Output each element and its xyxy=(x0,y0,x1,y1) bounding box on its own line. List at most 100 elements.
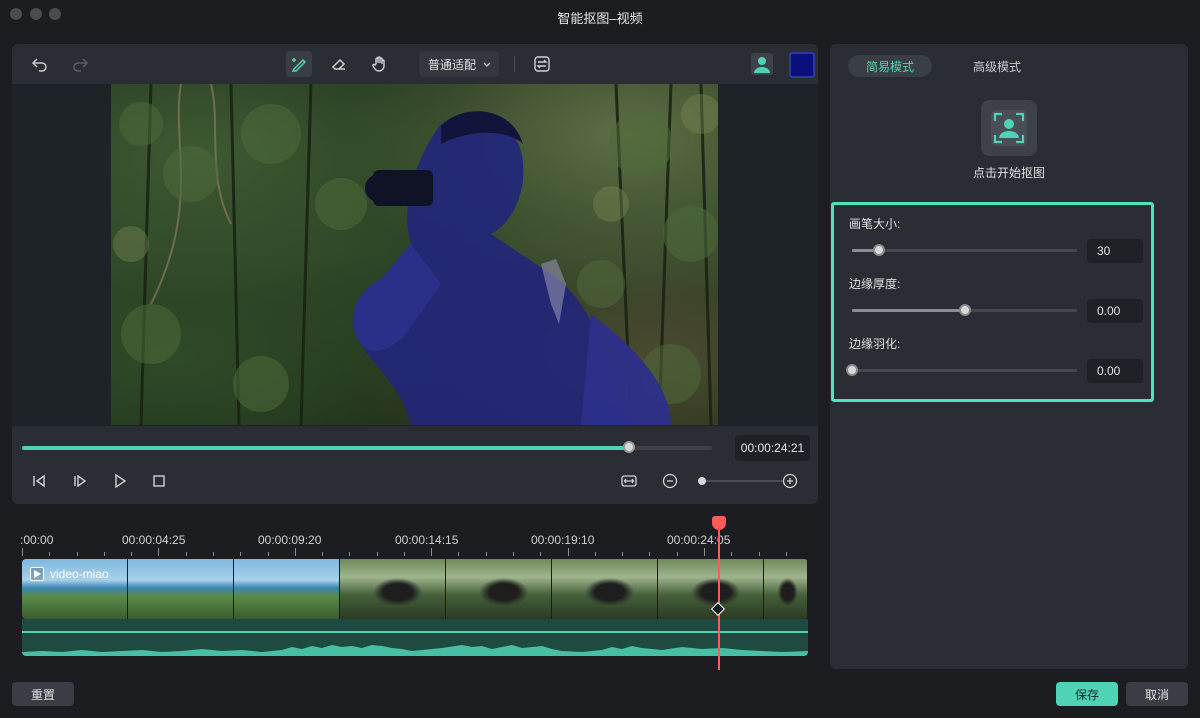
ruler-tick xyxy=(22,548,23,556)
zoom-out-icon[interactable] xyxy=(660,471,680,491)
swap-icon[interactable] xyxy=(529,51,555,77)
playback-progress-fill xyxy=(22,446,630,450)
fit-timeline-icon[interactable] xyxy=(619,471,639,491)
ruler-label: 00:00:04:25 xyxy=(122,533,186,547)
ruler-tick xyxy=(731,552,733,556)
clip-thumbnail xyxy=(234,559,340,619)
ruler-tick xyxy=(212,552,214,556)
reset-button[interactable]: 重置 xyxy=(12,682,74,706)
edge-feather-value[interactable]: 0.00 xyxy=(1087,359,1143,383)
edge-thickness-label: 边缘厚度: xyxy=(849,277,901,291)
clip-thumbnail xyxy=(764,559,808,619)
ruler-tick xyxy=(431,548,433,556)
start-cutout-label: 点击开始抠图 xyxy=(972,166,1045,180)
zoom-slider-handle[interactable] xyxy=(698,477,706,485)
playback-progress-handle[interactable] xyxy=(623,441,636,453)
ruler-tick xyxy=(376,552,378,556)
ruler-tick xyxy=(785,552,787,556)
video-track-clip[interactable] xyxy=(22,559,808,619)
ruler-tick xyxy=(322,552,324,556)
playback-progress[interactable] xyxy=(22,441,712,453)
next-frame-icon[interactable] xyxy=(70,471,90,491)
play-icon[interactable] xyxy=(110,471,130,491)
fit-mode-select[interactable]: 普通适配 xyxy=(419,51,499,77)
clip-thumbnail xyxy=(552,559,658,619)
redo-icon[interactable] xyxy=(67,51,93,77)
cancel-button[interactable]: 取消 xyxy=(1126,682,1188,706)
stop-icon[interactable] xyxy=(149,471,169,491)
zoom-slider[interactable] xyxy=(700,480,784,482)
brush-size-label: 画笔大小: xyxy=(849,217,901,231)
ruler-label: 00:00:14:15 xyxy=(395,533,459,547)
brush-size-slider[interactable] xyxy=(852,244,1077,256)
zoom-in-icon[interactable] xyxy=(780,471,800,491)
edge-thickness-slider-handle[interactable] xyxy=(958,304,971,316)
ruler-tick xyxy=(185,552,187,556)
ruler-tick xyxy=(758,552,760,556)
timeline-ruler[interactable]: :00:00 00:00:04:25 00:00:09:20 00:00:14:… xyxy=(20,530,808,556)
edge-thickness-slider-fill xyxy=(852,309,965,312)
tab-simple-mode[interactable]: 简易模式 xyxy=(848,55,932,77)
ruler-tick xyxy=(594,552,596,556)
title-bar: 智能抠图–视频 xyxy=(0,0,1200,32)
prev-frame-icon[interactable] xyxy=(29,471,49,491)
ruler-tick xyxy=(540,552,542,556)
ruler-tick xyxy=(513,552,515,556)
ruler-tick xyxy=(294,548,296,556)
ruler-label: 00:00:19:10 xyxy=(531,533,595,547)
toolbar-divider xyxy=(514,56,515,72)
ruler-tick xyxy=(131,552,133,556)
ruler-tick xyxy=(567,548,569,556)
ruler-tick xyxy=(403,552,405,556)
ruler-tick xyxy=(158,548,160,556)
brush-color-swatch[interactable] xyxy=(789,52,815,78)
start-cutout-button[interactable] xyxy=(981,100,1037,156)
video-preview-area xyxy=(12,84,818,426)
hand-icon[interactable] xyxy=(367,51,393,77)
video-frame[interactable] xyxy=(111,84,718,425)
settings-panel: 简易模式 高级模式 点击开始抠图 画笔大小: 30 边缘厚度: 0.00 边缘羽… xyxy=(830,44,1188,669)
video-frame-image xyxy=(113,84,718,425)
ruler-tick xyxy=(704,548,705,556)
chevron-down-icon xyxy=(483,62,491,67)
edge-thickness-slider[interactable] xyxy=(852,304,1077,316)
audio-waveform xyxy=(22,645,808,656)
window-title: 智能抠图–视频 xyxy=(557,11,643,26)
preview-toolbar: 普通适配 xyxy=(12,44,818,84)
audio-track[interactable] xyxy=(22,619,808,656)
save-button[interactable]: 保存 xyxy=(1056,682,1118,706)
ruler-tick xyxy=(267,552,269,556)
clip-name: video-miao xyxy=(50,567,109,581)
ruler-tick xyxy=(485,552,487,556)
ruler-tick xyxy=(240,552,242,556)
playhead-handle[interactable] xyxy=(712,516,726,530)
edge-feather-label: 边缘羽化: xyxy=(849,337,901,351)
brush-size-value[interactable]: 30 xyxy=(1087,239,1143,263)
edge-thickness-value[interactable]: 0.00 xyxy=(1087,299,1143,323)
tab-advanced-mode[interactable]: 高级模式 xyxy=(941,55,1053,77)
eraser-icon[interactable] xyxy=(326,51,352,77)
ruler-label: 00:00:24:05 xyxy=(667,533,731,547)
brush-settings-group: 画笔大小: 30 边缘厚度: 0.00 边缘羽化: 0.00 xyxy=(831,202,1154,402)
clip-label: video-miao xyxy=(30,567,109,581)
ruler-label: 00:00:09:20 xyxy=(258,533,322,547)
ruler-ticks xyxy=(22,548,808,556)
current-timecode: 00:00:24:21 xyxy=(735,435,810,461)
ruler-tick xyxy=(622,552,624,556)
smart-brush-icon[interactable] xyxy=(286,51,312,77)
clip-thumbnail xyxy=(446,559,552,619)
ruler-tick xyxy=(649,552,651,556)
ruler-tick xyxy=(458,552,460,556)
preview-panel: 普通适配 00:00:24:21 xyxy=(12,44,818,504)
person-icon[interactable] xyxy=(749,51,775,77)
ruler-tick xyxy=(76,552,78,556)
brush-size-slider-handle[interactable] xyxy=(873,244,885,256)
video-clip-icon xyxy=(30,567,44,581)
clip-thumbnail xyxy=(340,559,446,619)
undo-icon[interactable] xyxy=(27,51,53,77)
ruler-tick xyxy=(676,552,678,556)
edge-feather-slider[interactable] xyxy=(846,364,1077,376)
edge-feather-slider-handle[interactable] xyxy=(846,364,858,376)
ruler-label: :00:00 xyxy=(20,533,54,547)
clip-thumbnail xyxy=(128,559,234,619)
